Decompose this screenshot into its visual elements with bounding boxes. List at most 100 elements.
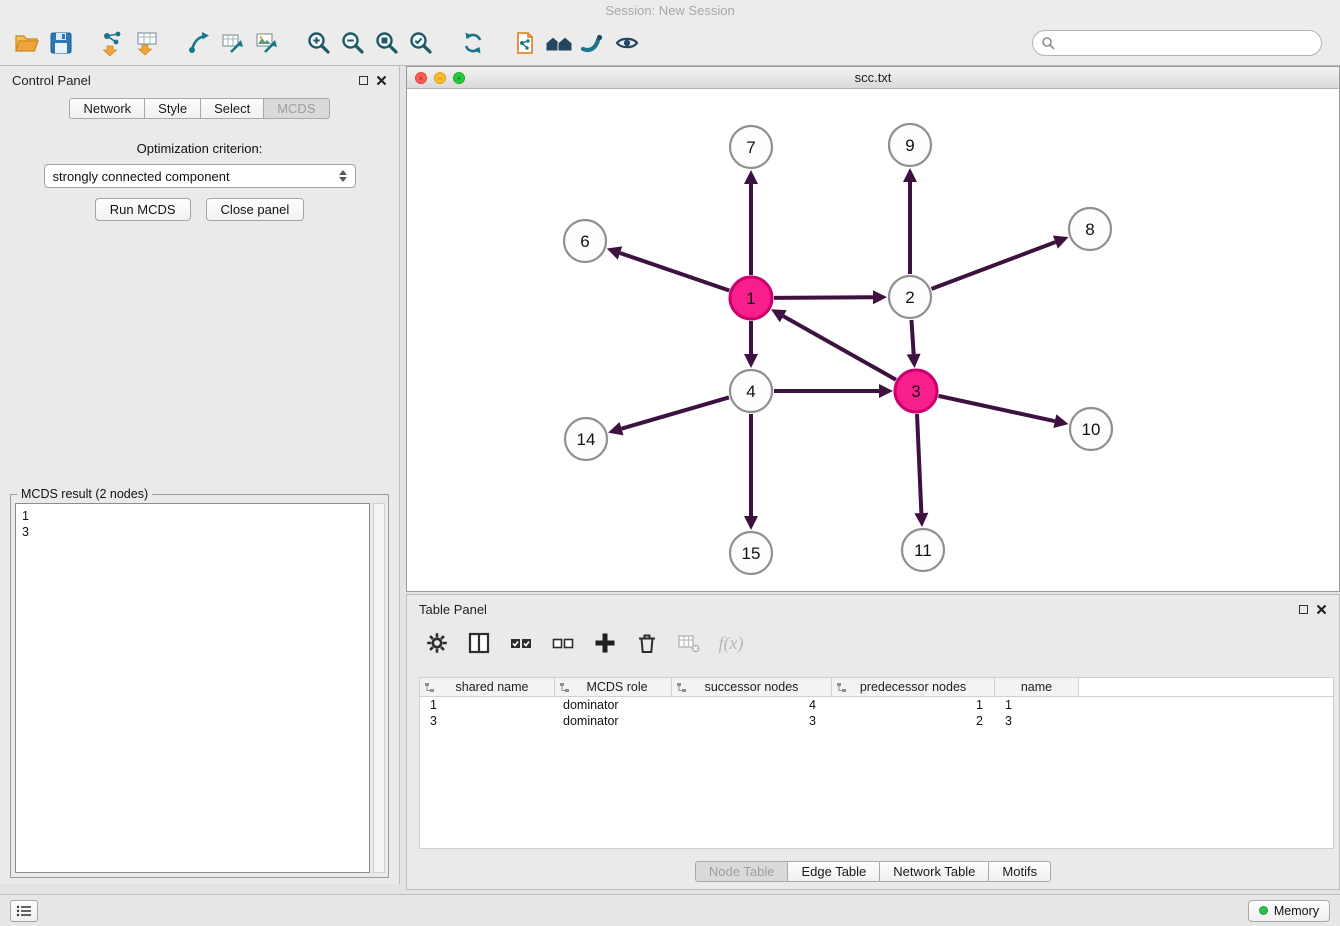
sort-icon: [559, 682, 570, 693]
search-field[interactable]: [1032, 30, 1322, 56]
sort-icon: [424, 682, 435, 693]
table-cell: dominator: [555, 713, 672, 729]
graph-edge[interactable]: [620, 253, 729, 291]
refresh-button[interactable]: [456, 25, 490, 61]
status-bar: Memory: [0, 894, 1340, 926]
table-row[interactable]: 3dominator323: [420, 713, 1333, 729]
zoom-fit-button[interactable]: [370, 25, 404, 61]
graph-edge[interactable]: [622, 397, 729, 428]
result-scrollbar[interactable]: [373, 503, 385, 873]
graph-edge[interactable]: [932, 242, 1056, 289]
zoom-selected-button[interactable]: [404, 25, 438, 61]
column-header-name[interactable]: name: [995, 678, 1079, 696]
graph-node-label: 3: [911, 382, 920, 401]
eye-icon: [613, 29, 641, 57]
export-image-button[interactable]: [250, 25, 284, 61]
memory-button[interactable]: Memory: [1248, 900, 1330, 922]
control-panel-title: Control Panel: [12, 73, 91, 88]
table-panel-title: Table Panel: [419, 602, 487, 617]
zoom-in-button[interactable]: [302, 25, 336, 61]
result-line: 1: [22, 508, 363, 524]
open-session-button[interactable]: [10, 25, 44, 61]
tab-network-table[interactable]: Network Table: [879, 861, 989, 882]
graph-canvas[interactable]: 7968124314101511: [407, 89, 1339, 591]
run-mcds-button[interactable]: Run MCDS: [95, 198, 191, 221]
table-settings-button[interactable]: [421, 627, 453, 659]
graph-area: 7968124314101511: [407, 89, 1339, 591]
zoom-fit-icon: [373, 29, 401, 57]
task-history-button[interactable]: [10, 900, 38, 922]
graph-node-label: 15: [742, 544, 761, 563]
export-network-button[interactable]: [182, 25, 216, 61]
add-column-button[interactable]: [589, 627, 621, 659]
select-all-button[interactable]: [505, 627, 537, 659]
table-toolbar: f(x): [421, 625, 747, 661]
column-header-predecessor-nodes[interactable]: predecessor nodes: [832, 678, 995, 696]
save-session-button[interactable]: [44, 25, 78, 61]
graph-edge[interactable]: [938, 396, 1054, 421]
graph-edge[interactable]: [783, 316, 896, 380]
graph-edge[interactable]: [911, 320, 913, 354]
table-row[interactable]: 1dominator411: [420, 697, 1333, 713]
column-header-mcds-role[interactable]: MCDS role: [555, 678, 672, 696]
delete-table-button: [673, 627, 705, 659]
column-header-successor-nodes[interactable]: successor nodes: [672, 678, 832, 696]
float-panel-icon[interactable]: [359, 76, 368, 85]
search-input[interactable]: [1055, 35, 1313, 50]
apply-style-button[interactable]: [576, 25, 610, 61]
sort-icon: [836, 682, 847, 693]
close-window-icon[interactable]: [415, 72, 427, 84]
zoom-out-button[interactable]: [336, 25, 370, 61]
optimization-criterion-label: Optimization criterion:: [0, 141, 399, 156]
table-cell: 2: [832, 713, 995, 729]
table-cell: 3: [672, 713, 832, 729]
control-panel: Control Panel Network Style Select MCDS …: [0, 66, 400, 884]
graph-node-label: 9: [905, 136, 914, 155]
import-network-icon: [99, 29, 127, 57]
table-cell: dominator: [555, 697, 672, 713]
table-cell: 1: [832, 697, 995, 713]
minimize-window-icon[interactable]: [434, 72, 446, 84]
graph-node-label: 11: [914, 541, 932, 560]
tab-select[interactable]: Select: [200, 98, 264, 119]
close-panel-icon[interactable]: [376, 75, 387, 86]
graph-edge[interactable]: [917, 414, 921, 513]
result-line: 3: [22, 524, 363, 540]
tab-style[interactable]: Style: [144, 98, 201, 119]
maximize-window-icon[interactable]: [453, 72, 465, 84]
tab-mcds[interactable]: MCDS: [263, 98, 329, 119]
trash-icon: [634, 630, 660, 656]
tab-network[interactable]: Network: [69, 98, 145, 119]
close-panel-button[interactable]: Close panel: [206, 198, 305, 221]
refresh-icon: [459, 29, 487, 57]
deselect-all-button[interactable]: [547, 627, 579, 659]
control-panel-tabs: Network Style Select MCDS: [0, 98, 399, 119]
tab-motifs[interactable]: Motifs: [988, 861, 1051, 882]
show-columns-button[interactable]: [463, 627, 495, 659]
floppy-icon: [47, 29, 75, 57]
criterion-select[interactable]: strongly connected component: [44, 164, 356, 188]
graph-node-label: 2: [905, 288, 914, 307]
mcds-result-list[interactable]: 13: [15, 503, 370, 873]
select-stepper-icon: [339, 170, 347, 182]
import-table-button[interactable]: [130, 25, 164, 61]
zoom-out-icon: [339, 29, 367, 57]
table-cell: 1: [420, 697, 555, 713]
table-body: 1dominator4113dominator323: [420, 697, 1333, 729]
tab-edge-table[interactable]: Edge Table: [787, 861, 880, 882]
column-header-shared-name[interactable]: shared name: [420, 678, 555, 696]
tab-node-table[interactable]: Node Table: [695, 861, 789, 882]
delete-table-icon: [676, 630, 702, 656]
function-builder-button: f(x): [715, 627, 747, 659]
graph-edge[interactable]: [774, 297, 873, 298]
export-table-button[interactable]: [216, 25, 250, 61]
show-graphics-button[interactable]: [610, 25, 644, 61]
import-network-button[interactable]: [96, 25, 130, 61]
close-table-panel-icon[interactable]: [1316, 604, 1327, 615]
float-table-panel-icon[interactable]: [1299, 605, 1308, 614]
export-network-icon: [185, 29, 213, 57]
table-cell: 3: [420, 713, 555, 729]
delete-column-button[interactable]: [631, 627, 663, 659]
clone-network-button[interactable]: [508, 25, 542, 61]
first-neighbors-button[interactable]: [542, 25, 576, 61]
